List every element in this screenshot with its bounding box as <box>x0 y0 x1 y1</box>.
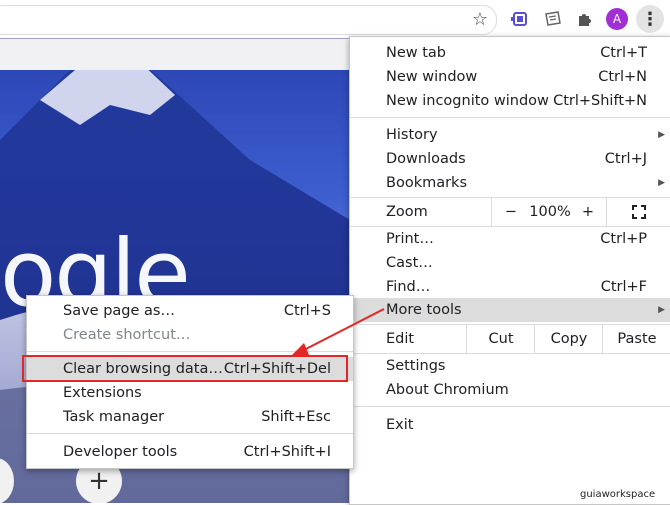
annotation-arrow <box>290 308 385 357</box>
watermark-text: guiaworkspace <box>580 489 656 500</box>
